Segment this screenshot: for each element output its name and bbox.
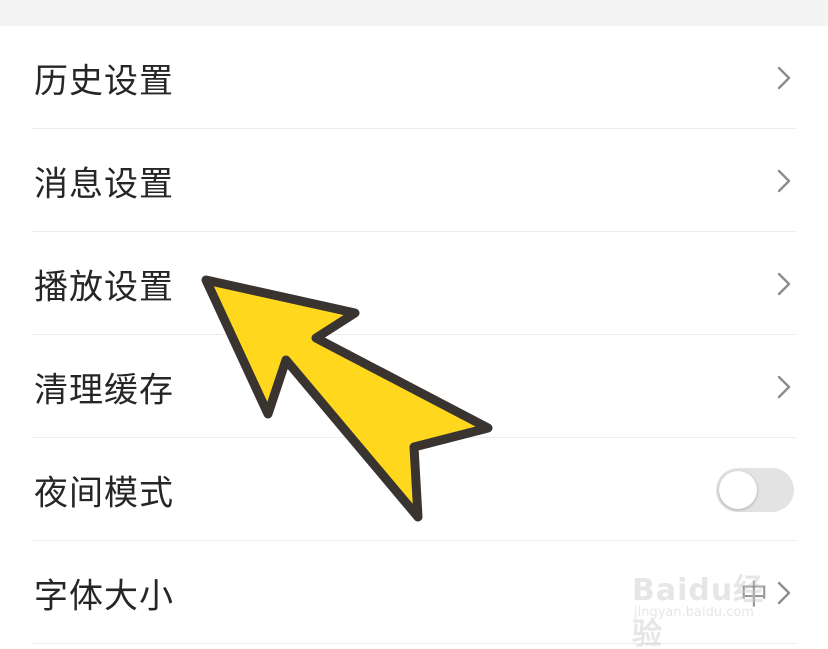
font-size-value: 中 [739,577,768,611]
top-separator-band [0,0,828,26]
settings-row-history[interactable]: 历史设置 [0,26,828,129]
settings-row-label: 历史设置 [34,61,174,101]
settings-row-message[interactable]: 消息设置 [0,129,828,232]
chevron-right-icon [777,169,791,192]
settings-row-label: 清理缓存 [34,370,174,410]
settings-row-font-size[interactable]: 字体大小 中 [0,541,828,644]
settings-page: 历史设置 消息设置 播放设置 清理缓存 夜间模式 字体大小 中 Baidu经验 … [0,0,828,649]
settings-row-playback[interactable]: 播放设置 [0,232,828,335]
chevron-right-icon [777,581,791,604]
settings-row-night-mode: 夜间模式 [0,438,828,541]
settings-row-label: 字体大小 [34,576,174,616]
night-mode-toggle[interactable] [716,467,794,512]
settings-row-label: 夜间模式 [34,473,174,513]
settings-list: 历史设置 消息设置 播放设置 清理缓存 夜间模式 字体大小 中 [0,26,828,644]
settings-row-label: 播放设置 [34,267,174,307]
toggle-knob [719,470,757,509]
chevron-right-icon [777,66,791,89]
settings-row-label: 消息设置 [34,164,174,204]
chevron-right-icon [777,272,791,295]
chevron-right-icon [777,375,791,398]
settings-row-clear-cache[interactable]: 清理缓存 [0,335,828,438]
